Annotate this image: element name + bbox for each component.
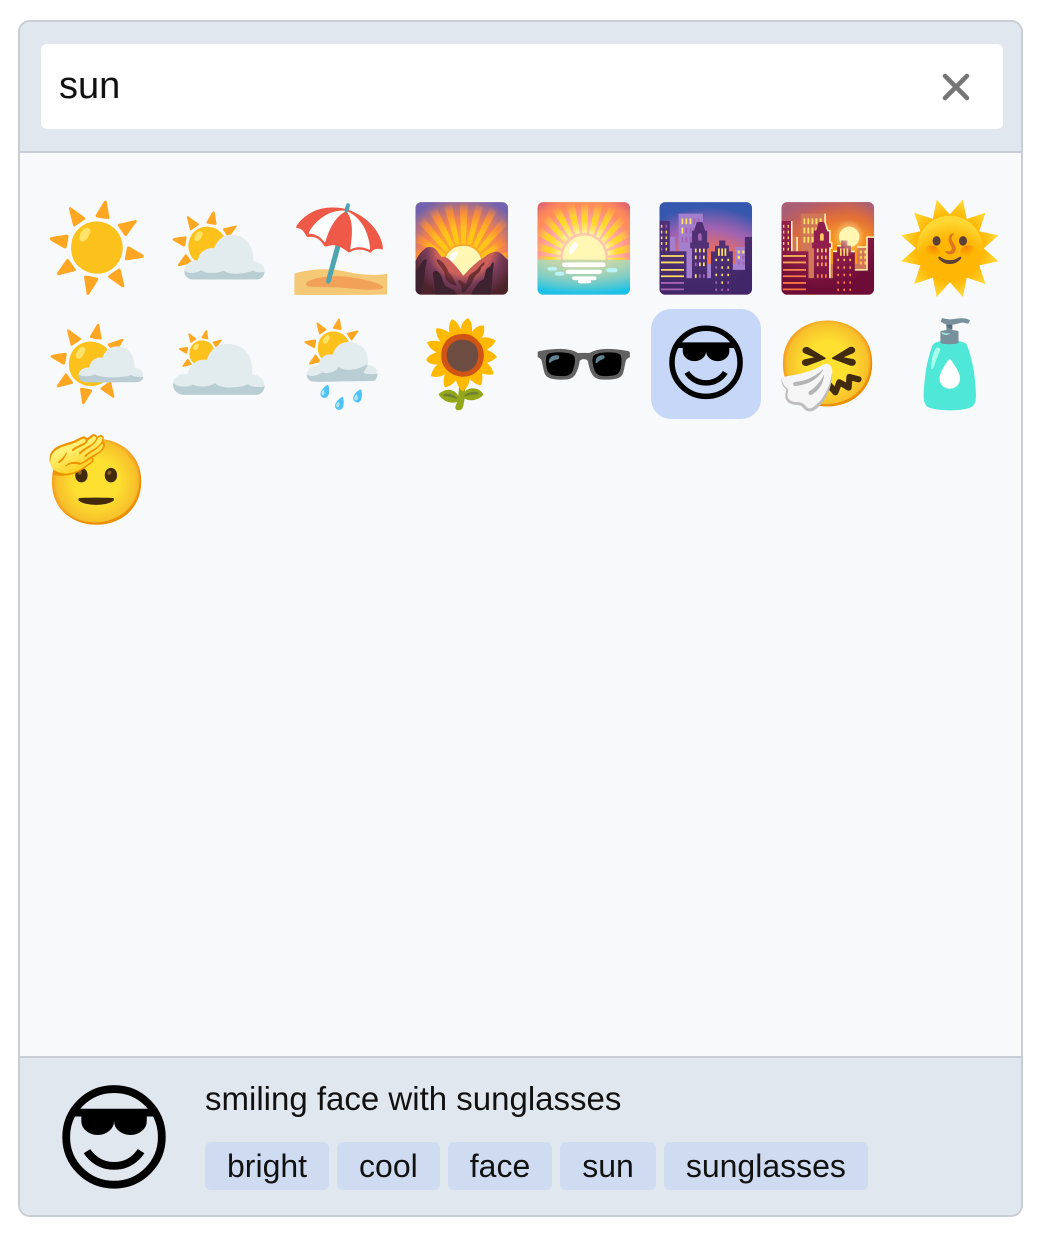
preview-emoji-name: smiling face with sunglasses xyxy=(205,1080,622,1117)
emoji-result[interactable]: ☀️ xyxy=(42,193,152,303)
emoji-result[interactable]: 🌤️ xyxy=(42,309,152,419)
emoji-result[interactable]: 🌻 xyxy=(407,309,517,419)
keyword-tag[interactable]: sun xyxy=(560,1142,656,1190)
emoji-result[interactable]: 🌥️ xyxy=(164,309,274,419)
emoji-result[interactable]: 🌅 xyxy=(529,193,639,303)
emoji-result[interactable]: 😎 xyxy=(651,309,761,419)
close-icon xyxy=(942,73,970,101)
keyword-tag[interactable]: cool xyxy=(337,1142,440,1190)
emoji-result[interactable]: 🌆 xyxy=(651,193,761,303)
emoji-result[interactable]: 🌇 xyxy=(773,193,883,303)
keyword-tag[interactable]: sunglasses xyxy=(663,1142,868,1190)
emoji-result[interactable]: 🌞 xyxy=(895,193,1005,303)
preview-emoji: 😎 xyxy=(52,1070,176,1208)
preview-tags: bright cool face sun sunglasses xyxy=(205,1142,868,1190)
emoji-result[interactable]: 🧴 xyxy=(895,309,1005,419)
search-input[interactable] xyxy=(41,44,1003,129)
emoji-picker: ☀️⛅⛱️🌄🌅🌆🌇🌞🌤️🌥️🌦️🌻🕶️😎🤧🧴🫡 😎 smiling face w… xyxy=(18,20,1023,1217)
emoji-result[interactable]: 🫡 xyxy=(42,425,152,535)
emoji-result[interactable]: 🤧 xyxy=(773,309,883,419)
emoji-preview: 😎 smiling face with sunglasses bright coo… xyxy=(20,1056,1021,1215)
search-bar xyxy=(20,22,1021,153)
emoji-result[interactable]: ⛅ xyxy=(164,193,274,303)
emoji-result[interactable]: 🕶️ xyxy=(529,309,639,419)
keyword-tag[interactable]: face xyxy=(447,1142,553,1190)
keyword-tag[interactable]: bright xyxy=(205,1142,330,1190)
emoji-result[interactable]: 🌦️ xyxy=(286,309,396,419)
emoji-result[interactable]: ⛱️ xyxy=(286,193,396,303)
clear-search-button[interactable] xyxy=(928,62,984,112)
emoji-result[interactable]: 🌄 xyxy=(407,193,517,303)
